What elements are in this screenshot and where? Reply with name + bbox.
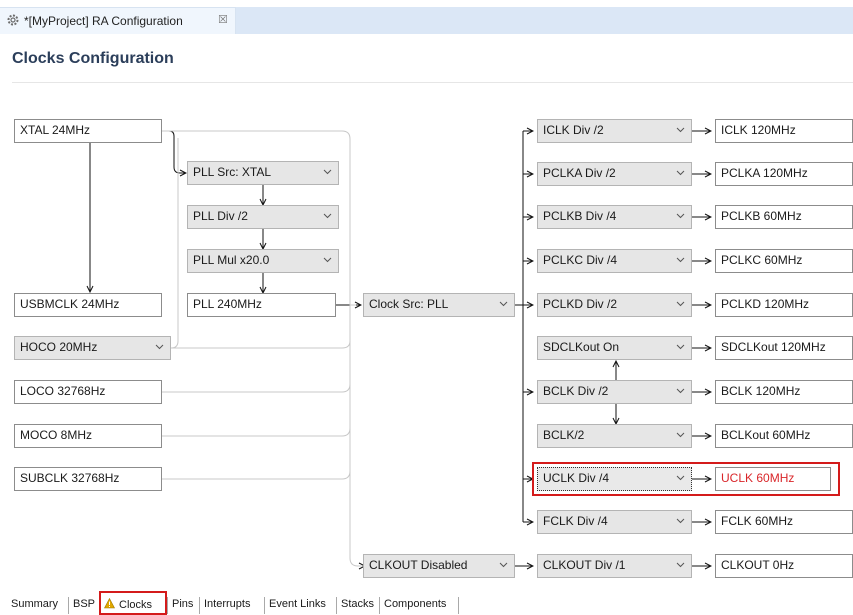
tab-stacks[interactable]: Stacks xyxy=(341,597,374,614)
clkout-source-label: CLKOUT Disabled xyxy=(369,558,468,572)
pclkc-div-select[interactable]: PCLKC Div /4 xyxy=(537,249,692,273)
bclkout-output: BCLKout 60MHz xyxy=(715,424,853,448)
pclka-output: PCLKA 120MHz xyxy=(715,162,853,186)
tab-components[interactable]: Components xyxy=(384,597,446,614)
chevron-down-icon xyxy=(155,344,164,350)
pclka-div-select[interactable]: PCLKA Div /2 xyxy=(537,162,692,186)
hoco-select[interactable]: HOCO 20MHz xyxy=(14,336,171,360)
tab-summary[interactable]: Summary xyxy=(11,597,58,614)
pclkb-div-label: PCLKB Div /4 xyxy=(543,209,617,223)
loco-source[interactable]: LOCO 32768Hz xyxy=(14,380,162,404)
chevron-down-icon xyxy=(676,344,685,350)
tab-separator xyxy=(264,597,265,614)
chevron-down-icon xyxy=(676,127,685,133)
chevron-down-icon xyxy=(676,518,685,524)
chevron-down-icon xyxy=(676,562,685,568)
bclk-output: BCLK 120MHz xyxy=(715,380,853,404)
clkout-div-label: CLKOUT Div /1 xyxy=(543,558,626,572)
moco-source[interactable]: MOCO 8MHz xyxy=(14,424,162,448)
pclkd-output: PCLKD 120MHz xyxy=(715,293,853,317)
clkout-source-select[interactable]: CLKOUT Disabled xyxy=(363,554,515,578)
tab-pins[interactable]: Pins xyxy=(172,597,193,614)
chevron-down-icon xyxy=(676,213,685,219)
fclk-output: FCLK 60MHz xyxy=(715,510,853,534)
pll-div-select[interactable]: PLL Div /2 xyxy=(187,205,339,229)
clocks-tab-highlight xyxy=(99,591,167,615)
bclk-div-select[interactable]: BCLK Div /2 xyxy=(537,380,692,404)
pclkb-output: PCLKB 60MHz xyxy=(715,205,853,229)
tab-separator xyxy=(68,597,69,614)
tab-separator xyxy=(379,597,380,614)
pll-div-label: PLL Div /2 xyxy=(193,209,248,223)
chevron-down-icon xyxy=(323,169,332,175)
pclkb-div-select[interactable]: PCLKB Div /4 xyxy=(537,205,692,229)
tab-separator xyxy=(199,597,200,614)
iclk-div-label: ICLK Div /2 xyxy=(543,123,604,137)
pclka-div-label: PCLKA Div /2 xyxy=(543,166,616,180)
tab-separator xyxy=(458,597,459,614)
chevron-down-icon xyxy=(676,170,685,176)
fclk-div-label: FCLK Div /4 xyxy=(543,514,608,528)
pclkc-div-label: PCLKC Div /4 xyxy=(543,253,618,267)
iclk-div-select[interactable]: ICLK Div /2 xyxy=(537,119,692,143)
chevron-down-icon xyxy=(499,301,508,307)
chevron-down-icon xyxy=(676,301,685,307)
bclkout-div-label: BCLK/2 xyxy=(543,428,585,442)
chevron-down-icon xyxy=(676,388,685,394)
tab-interrupts[interactable]: Interrupts xyxy=(204,597,250,614)
pll-output: PLL 240MHz xyxy=(187,293,336,317)
pll-src-select[interactable]: PLL Src: XTAL xyxy=(187,161,339,185)
bclk-div-label: BCLK Div /2 xyxy=(543,384,609,398)
clkout-output: CLKOUT 0Hz xyxy=(715,554,853,578)
sdclkout-output: SDCLKout 120MHz xyxy=(715,336,853,360)
chevron-down-icon xyxy=(676,432,685,438)
pll-mul-select[interactable]: PLL Mul x20.0 xyxy=(187,249,339,273)
xtal-source[interactable]: XTAL 24MHz xyxy=(14,119,162,143)
pll-src-label: PLL Src: XTAL xyxy=(193,165,272,179)
sdclkout-select[interactable]: SDCLKout On xyxy=(537,336,692,360)
chevron-down-icon xyxy=(323,257,332,263)
pclkd-div-select[interactable]: PCLKD Div /2 xyxy=(537,293,692,317)
uclk-highlight xyxy=(532,462,840,496)
pclkd-div-label: PCLKD Div /2 xyxy=(543,297,618,311)
clkout-div-select[interactable]: CLKOUT Div /1 xyxy=(537,554,692,578)
subclk-source[interactable]: SUBCLK 32768Hz xyxy=(14,467,162,491)
clock-src-select[interactable]: Clock Src: PLL xyxy=(363,293,515,317)
iclk-output: ICLK 120MHz xyxy=(715,119,853,143)
usbmclk-output: USBMCLK 24MHz xyxy=(14,293,162,317)
chevron-down-icon xyxy=(676,257,685,263)
pclkc-output: PCLKC 60MHz xyxy=(715,249,853,273)
tab-bsp[interactable]: BSP xyxy=(73,597,95,614)
bclkout-div-select[interactable]: BCLK/2 xyxy=(537,424,692,448)
hoco-label: HOCO 20MHz xyxy=(20,340,98,354)
tab-separator xyxy=(167,597,168,614)
tab-separator xyxy=(336,597,337,614)
fclk-div-select[interactable]: FCLK Div /4 xyxy=(537,510,692,534)
clock-src-label: Clock Src: PLL xyxy=(369,297,449,311)
tab-event-links[interactable]: Event Links xyxy=(269,597,326,614)
pll-mul-label: PLL Mul x20.0 xyxy=(193,253,270,267)
chevron-down-icon xyxy=(499,562,508,568)
chevron-down-icon xyxy=(323,213,332,219)
sdclkout-label: SDCLKout On xyxy=(543,340,620,354)
